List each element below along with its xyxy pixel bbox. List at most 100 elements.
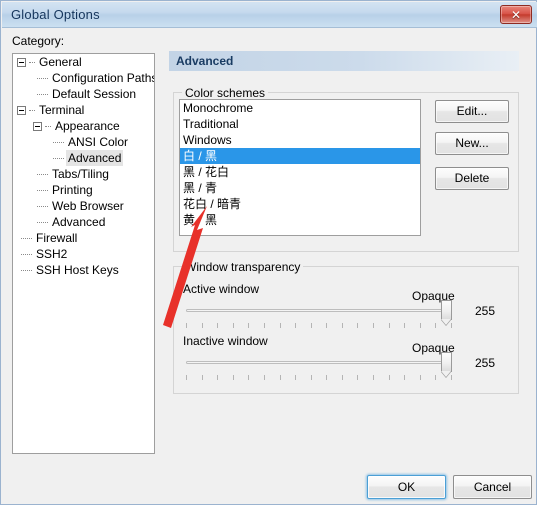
sidebar-item-web-browser[interactable]: Web Browser	[13, 198, 154, 214]
sidebar-item-label: Appearance	[55, 119, 120, 133]
slider-tick	[326, 375, 327, 380]
sidebar-item-label: Firewall	[36, 231, 78, 245]
slider-tick	[435, 323, 436, 328]
slider-tick	[295, 323, 296, 328]
sidebar-item-firewall[interactable]: Firewall	[13, 230, 154, 246]
sidebar-item-ssh2[interactable]: SSH2	[13, 246, 154, 262]
tree-connector	[45, 125, 51, 128]
sidebar-item-ssh-host-keys[interactable]: SSH Host Keys	[13, 262, 154, 278]
window-title: Global Options	[11, 7, 100, 22]
global-options-dialog: Global Options ✕ Category: General Config…	[0, 0, 537, 505]
sidebar-item-label: Advanced	[52, 215, 106, 229]
close-glyph: ✕	[510, 8, 522, 22]
collapse-icon[interactable]	[17, 58, 26, 68]
sidebar-item-configuration-paths[interactable]: Configuration Paths	[13, 70, 154, 86]
list-item[interactable]: Windows	[180, 132, 420, 148]
sidebar-item-advanced[interactable]: Advanced	[13, 150, 154, 166]
sidebar-item-label: SSH Host Keys	[36, 263, 119, 277]
sidebar-item-default-session[interactable]: Default Session	[13, 86, 154, 102]
tree-connector	[37, 93, 48, 96]
slider-tick	[264, 375, 265, 380]
sidebar-item-appearance[interactable]: Appearance	[13, 118, 154, 134]
list-item[interactable]: Traditional	[180, 116, 420, 132]
slider-tick	[233, 323, 234, 328]
slider-tick	[280, 323, 281, 328]
delete-button[interactable]: Delete	[435, 167, 509, 190]
slider-tick	[451, 323, 452, 328]
sidebar-item-printing[interactable]: Printing	[13, 182, 154, 198]
sidebar-item-label: ANSI Color	[68, 135, 129, 149]
slider-tick	[202, 375, 203, 380]
slider-tick	[420, 375, 421, 380]
slider-tick	[264, 323, 265, 328]
pane-header: Advanced	[169, 51, 519, 71]
slider-tick	[435, 375, 436, 380]
collapse-icon[interactable]	[33, 122, 42, 132]
sidebar-item-ansi-color[interactable]: ANSI Color	[13, 134, 154, 150]
slider-tick	[186, 375, 187, 380]
window-transparency-group-title: Window transparency	[182, 260, 304, 274]
ok-button[interactable]: OK	[367, 475, 446, 499]
sidebar-item-terminal[interactable]: Terminal	[13, 102, 154, 118]
list-item[interactable]: 花白 / 暗青	[180, 196, 420, 212]
active-window-value: 255	[475, 304, 496, 318]
page-title: Advanced	[176, 54, 234, 68]
slider-tick	[311, 375, 312, 380]
tree-connector	[37, 205, 48, 208]
active-window-slider-ticks	[186, 323, 452, 328]
slider-tick	[326, 323, 327, 328]
sidebar-item-label: Web Browser	[52, 199, 124, 213]
collapse-icon[interactable]	[17, 106, 26, 116]
tree-connector	[21, 237, 32, 240]
tree-connector	[37, 221, 48, 224]
inactive-window-slider-ticks	[186, 375, 452, 380]
slider-tick	[404, 323, 405, 328]
list-item[interactable]: 黑 / 花白	[180, 164, 420, 180]
slider-tick	[389, 323, 390, 328]
active-window-slider-track[interactable]	[186, 309, 452, 312]
inactive-window-slider-track[interactable]	[186, 361, 452, 364]
tree-connector	[21, 269, 32, 272]
active-window-label: Active window	[183, 282, 260, 296]
sidebar-item-label: SSH2	[36, 247, 68, 261]
list-item[interactable]: 黄 / 黑	[180, 212, 420, 228]
sidebar-item-label: Advanced	[66, 150, 124, 166]
slider-tick	[342, 375, 343, 380]
slider-tick	[295, 375, 296, 380]
tree-connector	[37, 189, 48, 192]
sidebar-item-label: Printing	[52, 183, 93, 197]
cancel-button[interactable]: Cancel	[453, 475, 532, 499]
slider-tick	[248, 323, 249, 328]
tree-connector	[53, 157, 64, 160]
sidebar-item-label: Tabs/Tiling	[52, 167, 109, 181]
tree-connector	[29, 61, 35, 64]
slider-tick	[233, 375, 234, 380]
slider-tick	[373, 323, 374, 328]
sidebar-item-tabs-tiling[interactable]: Tabs/Tiling	[13, 166, 154, 182]
sidebar-item-general[interactable]: General	[13, 54, 154, 70]
list-item[interactable]: 白 / 黑	[180, 148, 420, 164]
new-button[interactable]: New...	[435, 132, 509, 155]
category-label: Category:	[12, 34, 65, 48]
slider-tick	[280, 375, 281, 380]
edit-button[interactable]: Edit...	[435, 100, 509, 123]
slider-tick	[420, 323, 421, 328]
inactive-window-label: Inactive window	[183, 334, 268, 348]
slider-tick	[311, 323, 312, 328]
tree-connector	[21, 253, 32, 256]
inactive-window-slider-thumb[interactable]	[441, 352, 452, 372]
slider-tick	[404, 375, 405, 380]
tree-connector	[37, 77, 48, 80]
list-item[interactable]: 黑 / 青	[180, 180, 420, 196]
slider-tick	[342, 323, 343, 328]
color-schemes-group-title: Color schemes	[182, 86, 269, 100]
active-window-slider-thumb[interactable]	[441, 300, 452, 320]
slider-tick	[357, 375, 358, 380]
sidebar-item-label: General	[39, 55, 82, 69]
sidebar-item-label: Default Session	[52, 87, 137, 101]
close-icon[interactable]: ✕	[500, 5, 532, 24]
category-tree[interactable]: General Configuration Paths Default Sessio…	[12, 53, 155, 454]
sidebar-item-advanced[interactable]: Advanced	[13, 214, 154, 230]
color-schemes-list[interactable]: Monochrome Traditional Windows 白 / 黑黑 / 花白黑…	[179, 99, 421, 236]
list-item[interactable]: Monochrome	[180, 100, 420, 116]
